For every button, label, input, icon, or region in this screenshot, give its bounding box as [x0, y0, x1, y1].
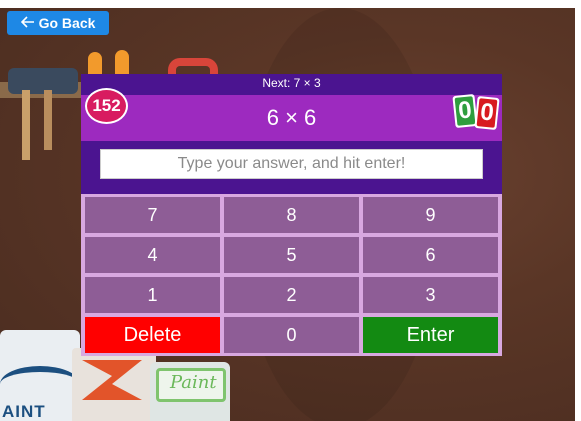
go-back-label: Go Back: [38, 15, 96, 31]
key-2[interactable]: 2: [224, 277, 359, 313]
key-6[interactable]: 6: [363, 237, 498, 273]
wave-icon: [0, 366, 80, 402]
enter-button[interactable]: Enter: [363, 317, 498, 353]
paint-can-blue: AINT: [0, 330, 80, 421]
key-4[interactable]: 4: [85, 237, 220, 273]
key-8[interactable]: 8: [224, 197, 359, 233]
streak-counter: 0 0: [452, 91, 502, 135]
quiz-panel: Next: 7 × 3 15 2 6 × 6 0 0 7 8 9 4 5 6 1 …: [81, 74, 502, 356]
zigzag-icon: [82, 360, 142, 400]
key-9[interactable]: 9: [363, 197, 498, 233]
key-7[interactable]: 7: [85, 197, 220, 233]
arrow-left-icon: [20, 15, 35, 31]
next-question-text: Next: 7 × 3: [262, 76, 321, 90]
go-back-button[interactable]: Go Back: [7, 11, 109, 35]
number-keypad: 7 8 9 4 5 6 1 2 3 Delete 0 Enter: [81, 194, 502, 356]
streak-digit: 0: [454, 96, 476, 126]
paint-can-label: Paint: [170, 372, 217, 393]
hammer-handle: [44, 90, 52, 150]
streak-digit: 0: [476, 98, 498, 128]
delete-button[interactable]: Delete: [85, 317, 220, 353]
key-5[interactable]: 5: [224, 237, 359, 273]
paint-can-orange: [72, 348, 156, 421]
paint-can-label: AINT: [2, 402, 46, 421]
key-3[interactable]: 3: [363, 277, 498, 313]
answer-input[interactable]: [100, 149, 483, 179]
hammer-icon: [8, 68, 78, 94]
hammer-handle: [22, 90, 30, 160]
streak-card: 0: [474, 95, 500, 131]
key-0[interactable]: 0: [224, 317, 359, 353]
paint-can-green: Paint: [150, 362, 230, 421]
current-question: 6 × 6: [266, 105, 317, 130]
key-1[interactable]: 1: [85, 277, 220, 313]
